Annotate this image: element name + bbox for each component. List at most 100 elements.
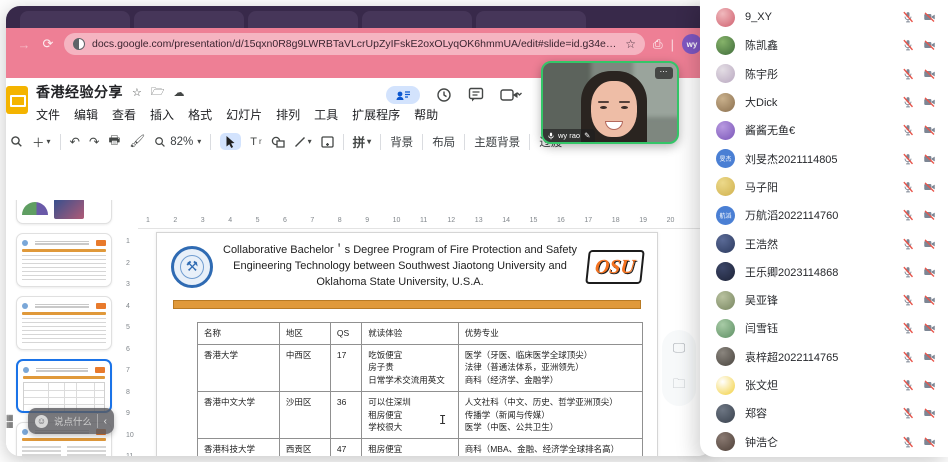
mic-muted-icon[interactable]: [902, 96, 914, 108]
meet-camera-icon[interactable]: [500, 88, 522, 102]
bookmark-star-icon[interactable]: ☆: [625, 37, 636, 51]
participant-row[interactable]: 张文炟: [716, 371, 936, 399]
camera-muted-icon[interactable]: [923, 11, 936, 23]
menu-item-4[interactable]: 格式: [188, 106, 212, 123]
slides-app-icon[interactable]: [6, 86, 28, 114]
slide-title[interactable]: Collaborative Bachelor＇s Degree Program …: [223, 243, 577, 291]
emoji-icon[interactable]: ☺: [35, 415, 48, 428]
camera-muted-icon[interactable]: [923, 153, 936, 165]
back-icon[interactable]: →: [16, 37, 32, 52]
participant-row[interactable]: 旻杰刘旻杰2021114805: [716, 144, 936, 172]
mic-muted-icon[interactable]: [902, 124, 914, 136]
document-title[interactable]: 香港经验分享: [36, 82, 123, 102]
participant-row[interactable]: 陈宇彤: [716, 60, 936, 88]
zoom-select[interactable]: 82%▾: [154, 136, 201, 148]
menu-item-8[interactable]: 扩展程序: [352, 106, 400, 123]
browser-tab[interactable]: [362, 11, 472, 28]
participant-row[interactable]: 陈凯鑫: [716, 31, 936, 59]
participant-row[interactable]: 航滔万航滔2022114760: [716, 201, 936, 229]
mic-muted-icon[interactable]: [902, 209, 914, 221]
mic-muted-icon[interactable]: [902, 238, 914, 250]
profile-avatar[interactable]: wy: [682, 34, 702, 54]
background-button[interactable]: 背景: [390, 134, 413, 150]
camera-muted-icon[interactable]: [923, 322, 936, 334]
collapse-chat-icon[interactable]: ‹: [104, 416, 107, 427]
camera-muted-icon[interactable]: [923, 181, 936, 193]
slide-canvas[interactable]: Collaborative Bachelor＇s Degree Program …: [156, 232, 658, 456]
mic-muted-icon[interactable]: [902, 68, 914, 80]
reload-icon[interactable]: ⟳: [40, 36, 56, 52]
webcam-overlay[interactable]: ⋯ wy rao ✎: [541, 61, 679, 144]
mic-muted-icon[interactable]: [902, 436, 914, 448]
camera-muted-icon[interactable]: [923, 124, 936, 136]
mic-muted-icon[interactable]: [902, 266, 914, 278]
camera-muted-icon[interactable]: [923, 407, 936, 419]
text-box-icon[interactable]: Tr: [250, 136, 261, 148]
menu-item-1[interactable]: 编辑: [74, 106, 98, 123]
menu-item-2[interactable]: 查看: [112, 106, 136, 123]
browser-tab[interactable]: [476, 11, 586, 28]
mic-muted-icon[interactable]: [902, 153, 914, 165]
browser-tab[interactable]: [20, 11, 130, 28]
camera-muted-icon[interactable]: [923, 294, 936, 306]
mic-muted-icon[interactable]: [902, 11, 914, 23]
participant-row[interactable]: 王乐卿2023114868: [716, 258, 936, 286]
mic-muted-icon[interactable]: [902, 181, 914, 193]
browser-tab[interactable]: [248, 11, 358, 28]
mic-muted-icon[interactable]: [902, 407, 914, 419]
shapes-icon[interactable]: [271, 136, 285, 148]
menu-item-9[interactable]: 帮助: [414, 106, 438, 123]
new-slide-button[interactable]: ＋▾: [32, 132, 51, 151]
slide-thumbnail-2[interactable]: [16, 233, 112, 287]
participant-row[interactable]: 大Dick: [716, 88, 936, 116]
search-menus-icon[interactable]: [10, 135, 23, 148]
print-icon[interactable]: 🖶: [109, 131, 121, 152]
present-icon[interactable]: 🖵: [673, 340, 686, 356]
camera-muted-icon[interactable]: [923, 238, 936, 250]
mic-muted-icon[interactable]: [902, 294, 914, 306]
webcam-more-button[interactable]: ⋯: [655, 67, 673, 79]
slide-table[interactable]: 名称地区QS就读体验优势专业香港大学中西区17吃饭便宜房子贵日常学术交流用英文医…: [197, 322, 643, 456]
browser-tab-strip[interactable]: [6, 6, 712, 28]
address-bar[interactable]: docs.google.com/presentation/d/15qxn0R8g…: [64, 33, 645, 55]
slide-thumbnail-3[interactable]: [16, 296, 112, 350]
camera-muted-icon[interactable]: [923, 209, 936, 221]
chat-input[interactable]: 说点什么...: [54, 414, 91, 428]
theme-button[interactable]: 主题背景: [474, 134, 520, 150]
slide-thumbnail-4[interactable]: [16, 359, 112, 413]
participant-row[interactable]: 9_XY: [716, 3, 936, 31]
slide-thumbnail-1[interactable]: [16, 200, 112, 224]
site-settings-icon[interactable]: [73, 38, 85, 50]
camera-muted-icon[interactable]: [923, 39, 936, 51]
undo-icon[interactable]: ↶: [70, 134, 80, 149]
pinyin-input-button[interactable]: 拼▾: [353, 132, 372, 151]
participant-row[interactable]: 钟浩仑: [716, 427, 936, 455]
mic-muted-icon[interactable]: [902, 351, 914, 363]
mic-muted-icon[interactable]: [902, 322, 914, 334]
layout-button[interactable]: 布局: [432, 134, 455, 150]
participant-row[interactable]: 吴亚锋: [716, 286, 936, 314]
extension-icon[interactable]: ⎙: [653, 37, 663, 52]
participant-row[interactable]: 郑容: [716, 399, 936, 427]
grid-view-icon[interactable]: ▦▦: [6, 414, 15, 428]
presenter-view-button[interactable]: [386, 86, 420, 104]
redo-icon[interactable]: ↷: [89, 134, 99, 149]
move-folder-icon[interactable]: 🗁: [151, 83, 165, 102]
participant-row[interactable]: 酱酱无鱼€: [716, 116, 936, 144]
mic-muted-icon[interactable]: [902, 379, 914, 391]
menu-item-7[interactable]: 工具: [314, 106, 338, 123]
version-history-icon[interactable]: [436, 87, 452, 103]
camera-muted-icon[interactable]: [923, 68, 936, 80]
star-document-icon[interactable]: ☆: [132, 86, 142, 99]
participant-row[interactable]: 袁梓超2022114765: [716, 343, 936, 371]
menu-item-6[interactable]: 排列: [276, 106, 300, 123]
folder-icon[interactable]: 🗀: [672, 375, 685, 397]
paint-format-icon[interactable]: 🖌: [129, 134, 145, 149]
camera-muted-icon[interactable]: [923, 266, 936, 278]
menu-item-0[interactable]: 文件: [36, 106, 60, 123]
comments-icon[interactable]: [468, 87, 484, 103]
menu-item-5[interactable]: 幻灯片: [226, 106, 262, 123]
camera-muted-icon[interactable]: [923, 436, 936, 448]
participant-row[interactable]: 王浩然: [716, 229, 936, 257]
browser-tab[interactable]: [134, 11, 244, 28]
